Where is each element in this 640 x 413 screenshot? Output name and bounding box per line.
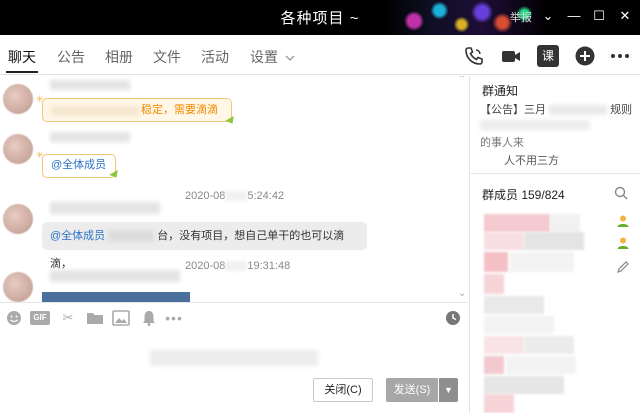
- search-icon[interactable]: [614, 186, 628, 200]
- chat-message-area[interactable]: ⌃ 稳定，需要滴滴 ✳ @全体成员 ✳ 2020-08 5:24:42 @全体成员…: [0, 76, 468, 302]
- phone-icon[interactable]: [463, 45, 485, 67]
- folder-icon[interactable]: [86, 309, 104, 327]
- emoji-icon[interactable]: [5, 309, 23, 327]
- group-notice-title[interactable]: 群通知: [482, 82, 518, 99]
- member-item[interactable]: [484, 214, 550, 232]
- message-timestamp: 2020-08 5:24:42: [185, 190, 284, 202]
- redacted-text: [225, 191, 248, 202]
- member-item[interactable]: [550, 214, 580, 232]
- member-item[interactable]: [524, 336, 574, 354]
- avatar[interactable]: [3, 272, 33, 302]
- sender-name-redacted: [50, 270, 180, 282]
- member-item[interactable]: [484, 336, 524, 354]
- message-text: 稳定，需要滴滴: [141, 104, 218, 116]
- avatar[interactable]: [3, 84, 33, 114]
- sender-name-redacted: [50, 80, 130, 90]
- timestamp-date: 2020-08: [185, 190, 226, 202]
- more-icon[interactable]: [609, 45, 631, 67]
- tab-settings[interactable]: 设置: [250, 47, 295, 67]
- sparkle-icon: ✳: [36, 150, 44, 160]
- report-link[interactable]: 举报: [510, 9, 532, 25]
- mention-all-members[interactable]: @全体成员: [50, 230, 105, 242]
- gif-icon[interactable]: GIF: [30, 311, 50, 325]
- tab-chat[interactable]: 聊天: [8, 47, 36, 67]
- send-options-chevron-icon[interactable]: ▼: [439, 378, 458, 402]
- timestamp-time: 19:31:48: [247, 260, 291, 272]
- add-icon[interactable]: [574, 45, 596, 67]
- tab-announcement[interactable]: 公告: [57, 47, 85, 67]
- maximize-button[interactable]: ☐: [589, 6, 609, 26]
- send-button[interactable]: 发送(S): [386, 378, 438, 402]
- notice-line: 【公告】三月: [480, 104, 546, 116]
- member-item[interactable]: [484, 356, 504, 374]
- member-item[interactable]: [484, 252, 508, 272]
- sender-name-redacted: [50, 202, 160, 214]
- close-button[interactable]: 关闭(C): [313, 378, 373, 402]
- input-toolbar: GIF ✂ •••: [0, 302, 468, 332]
- scissors-icon[interactable]: ✂: [59, 309, 77, 327]
- redacted-text: [108, 230, 155, 243]
- member-item[interactable]: [524, 232, 584, 250]
- timestamp-time: 5:24:42: [247, 190, 285, 202]
- redacted-text: [225, 261, 248, 272]
- group-admin-icon: [617, 237, 629, 249]
- group-sidebar: 群通知 【公告】三月 规则 的事人来 人不用三方 群成员 159/824: [469, 76, 640, 413]
- redacted-text: [549, 105, 608, 116]
- member-count: 群成员 159/824: [482, 188, 565, 202]
- resize-mark-icon: ⌃: [458, 76, 467, 85]
- timestamp-date: 2020-08: [185, 260, 226, 272]
- message-bubble[interactable]: 稳定，需要滴滴: [42, 98, 232, 122]
- chevron-down-icon: [285, 55, 295, 61]
- member-item[interactable]: [484, 296, 544, 314]
- redacted-draft-text: [150, 350, 318, 366]
- course-icon[interactable]: 课: [537, 45, 559, 67]
- bell-icon[interactable]: [140, 309, 158, 327]
- notice-line: 人不用三方: [504, 155, 559, 167]
- avatar[interactable]: [3, 204, 33, 234]
- message-bubble[interactable]: @全体成员: [42, 154, 116, 178]
- redacted-text: [51, 106, 139, 116]
- minimize-button[interactable]: —: [564, 6, 584, 26]
- more-icon[interactable]: •••: [165, 309, 183, 327]
- tab-album[interactable]: 相册: [105, 47, 133, 67]
- mention-all-members[interactable]: @全体成员: [51, 159, 106, 171]
- resize-mark-icon: ⌄: [458, 288, 467, 299]
- member-item[interactable]: [484, 316, 554, 334]
- member-item[interactable]: [506, 356, 576, 374]
- member-item[interactable]: [484, 232, 524, 250]
- image-message[interactable]: [42, 292, 190, 302]
- image-icon[interactable]: [112, 309, 130, 327]
- avatar[interactable]: [3, 134, 33, 164]
- tab-activity[interactable]: 活动: [201, 47, 229, 67]
- title-bar: 各种项目 ~ 举报 ⌄ — ☐ ✕: [0, 0, 640, 35]
- message-bubble[interactable]: @全体成员 台，没有项目，想自己单干的也可以滴滴，: [42, 222, 367, 270]
- message-timestamp: 2020-08 19:31:48: [185, 260, 290, 272]
- sparkle-icon: ✳: [36, 94, 44, 104]
- tab-bar: 聊天 公告 相册 文件 活动 设置 课: [0, 35, 640, 75]
- sender-name-redacted: [50, 132, 130, 142]
- notice-line: 的事人来: [480, 137, 524, 149]
- group-notice-text[interactable]: 【公告】三月 规则: [480, 101, 632, 117]
- close-window-button[interactable]: ✕: [615, 6, 635, 26]
- member-item[interactable]: [484, 394, 514, 413]
- member-item[interactable]: [484, 274, 504, 294]
- tab-files[interactable]: 文件: [153, 47, 181, 67]
- chevron-down-icon[interactable]: ⌄: [538, 6, 558, 26]
- redacted-text: [480, 120, 590, 130]
- notice-line: 规则: [610, 104, 633, 116]
- tab-settings-label: 设置: [250, 49, 278, 65]
- member-item[interactable]: [484, 376, 564, 394]
- video-call-icon[interactable]: [500, 45, 522, 67]
- group-owner-icon: [617, 215, 629, 227]
- edit-icon[interactable]: [616, 260, 630, 274]
- member-item[interactable]: [510, 252, 574, 272]
- history-icon[interactable]: [444, 309, 462, 327]
- divider: [470, 173, 640, 174]
- active-tab-indicator: [6, 71, 38, 73]
